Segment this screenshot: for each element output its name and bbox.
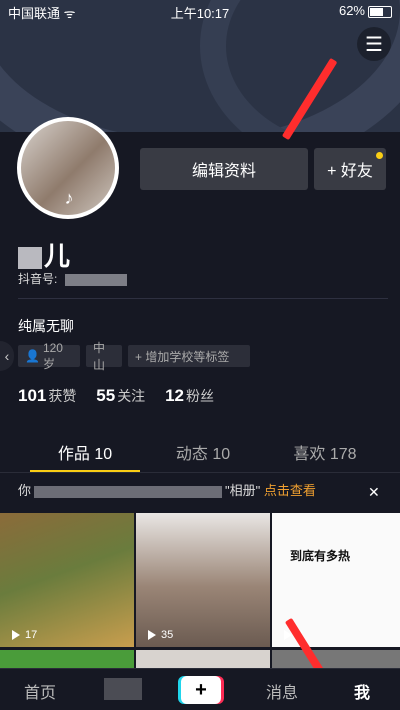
video-thumbnail[interactable]: 17 bbox=[0, 513, 134, 647]
blurred-notice-text bbox=[34, 485, 223, 498]
battery-icon bbox=[368, 5, 392, 18]
add-tag-button[interactable]: + 增加学校等标签 bbox=[128, 345, 250, 367]
edit-profile-button[interactable]: 编辑资料 bbox=[140, 148, 308, 190]
chevron-left-icon[interactable]: ‹ bbox=[0, 341, 14, 371]
battery-indicator: 62% bbox=[339, 3, 392, 18]
profile-bio: 纯属无聊 bbox=[18, 318, 74, 334]
tag-age[interactable]: 👤 120岁 bbox=[18, 341, 80, 371]
blurred-nav-item[interactable] bbox=[104, 678, 142, 700]
notification-dot bbox=[376, 152, 383, 159]
nav-messages[interactable]: 消息 bbox=[260, 679, 304, 703]
hamburger-icon: ☰ bbox=[365, 33, 383, 56]
menu-button[interactable]: ☰ bbox=[357, 27, 391, 61]
active-tab-indicator bbox=[30, 470, 140, 472]
tab-works[interactable]: 作品 10 bbox=[30, 440, 140, 470]
close-icon[interactable]: ✕ bbox=[368, 484, 380, 501]
douyin-id: 抖音号: bbox=[18, 270, 127, 287]
play-count: 35 bbox=[148, 629, 173, 641]
tab-likes[interactable]: 喜欢 178 bbox=[270, 440, 380, 470]
play-count: 17 bbox=[12, 629, 37, 641]
notice-banner: 你 "相册" 点击查看 bbox=[18, 483, 316, 498]
video-thumbnail[interactable] bbox=[136, 650, 270, 668]
nav-home[interactable]: 首页 bbox=[18, 679, 62, 703]
divider bbox=[18, 298, 388, 299]
tag-location[interactable]: 中山 bbox=[86, 341, 122, 372]
video-thumbnail[interactable] bbox=[272, 650, 400, 668]
blurred-id bbox=[64, 273, 127, 286]
create-button[interactable]: + bbox=[181, 676, 221, 704]
play-icon bbox=[148, 630, 156, 640]
video-thumbnail[interactable] bbox=[0, 650, 134, 668]
tab-bar-border bbox=[0, 472, 400, 473]
nav-me[interactable]: 我 bbox=[340, 679, 384, 703]
status-bar: 中国联通 ᯤ 上午10:17 62% bbox=[0, 0, 400, 22]
profile-name: 儿 bbox=[18, 236, 70, 273]
tab-dynamic[interactable]: 动态 10 bbox=[148, 440, 258, 470]
video-caption: 到底有多热 bbox=[290, 549, 351, 563]
tiktok-logo-icon: ♪ bbox=[64, 188, 74, 208]
video-thumbnail[interactable]: 35 bbox=[136, 513, 270, 647]
play-icon bbox=[12, 630, 20, 640]
profile-stats: 101 获赞 55 关注 12 粉丝 bbox=[18, 386, 214, 405]
notice-link[interactable]: 点击查看 bbox=[264, 483, 316, 498]
content-tabs: 作品 10 动态 10 喜欢 178 bbox=[0, 440, 400, 470]
blurred-name-part bbox=[18, 247, 42, 270]
